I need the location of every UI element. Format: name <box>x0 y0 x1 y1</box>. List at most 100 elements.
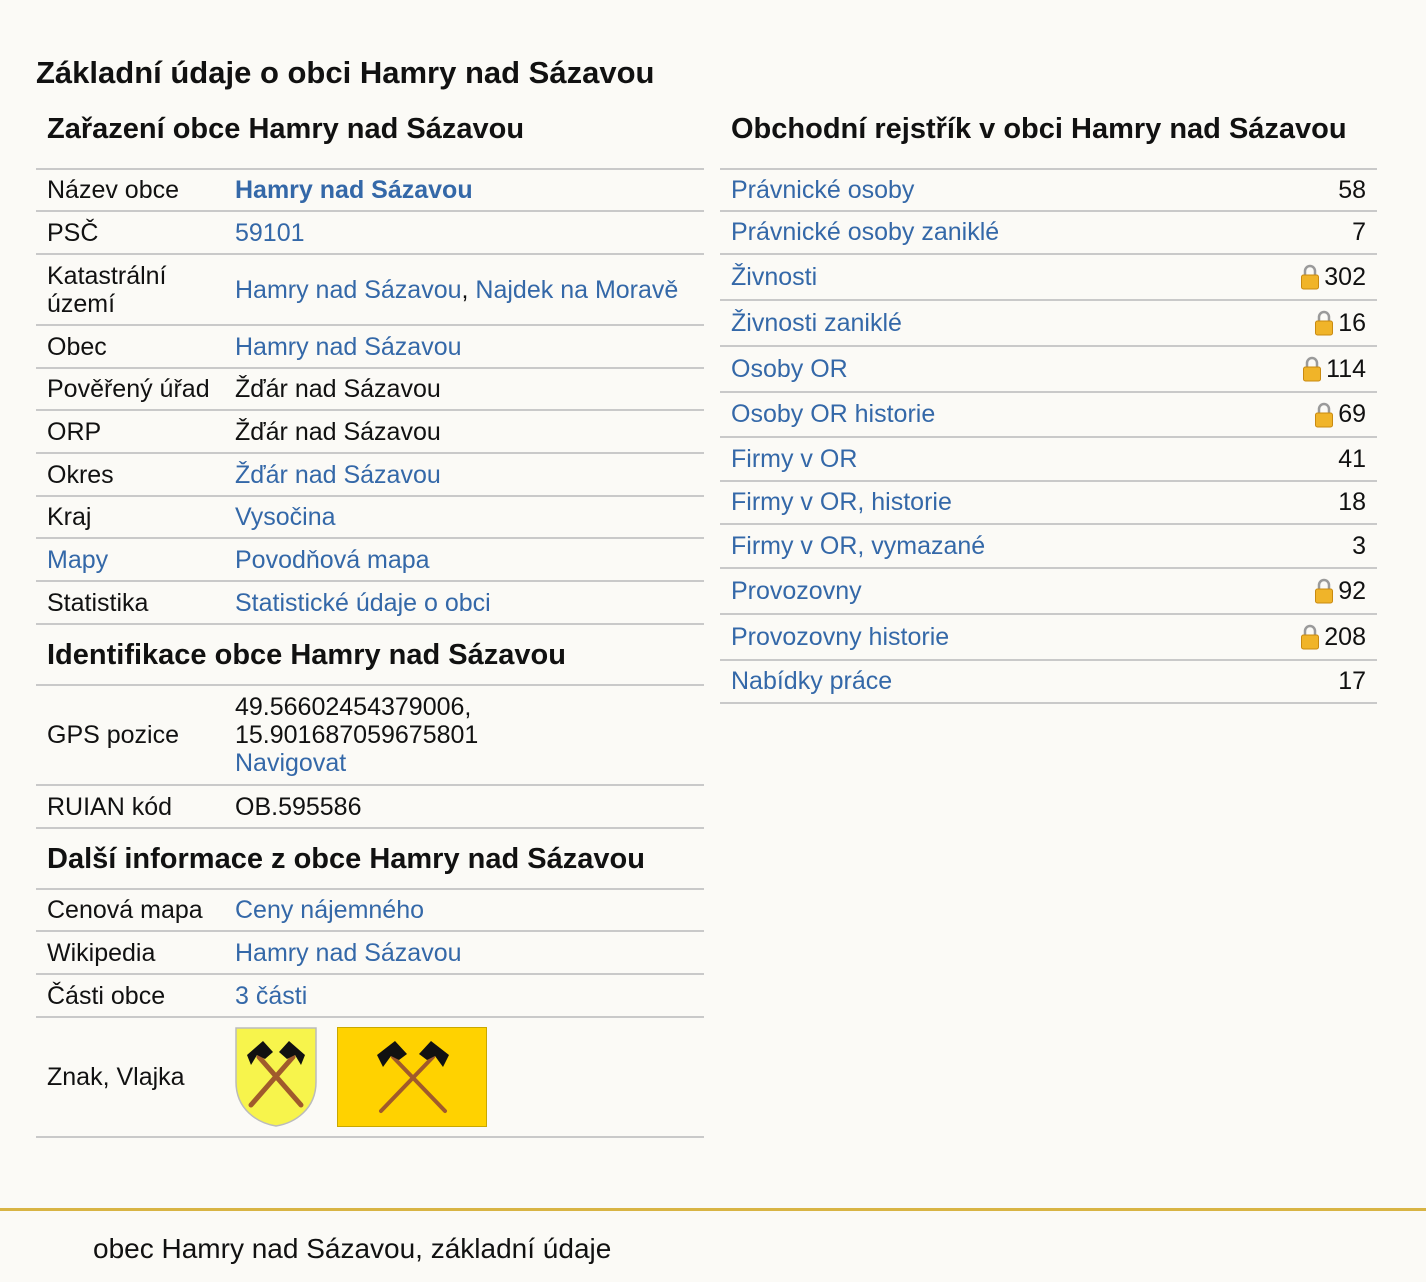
register-link[interactable]: Osoby OR historie <box>731 400 1314 429</box>
section-heading-dalsi: Další informace z obce Hamry nad Sázavou <box>36 829 704 890</box>
register-link[interactable]: Nabídky práce <box>731 667 1338 696</box>
register-count: 208 <box>1324 622 1366 651</box>
flag-icon[interactable] <box>337 1027 487 1127</box>
register-link[interactable]: Osoby OR <box>731 355 1302 384</box>
table-row: Wikipedia Hamry nad Sázavou <box>36 932 704 975</box>
flood-map-link[interactable]: Povodňová mapa <box>235 546 704 574</box>
authorized-office-value: Žďár nad Sázavou <box>235 375 441 403</box>
register-row: Osoby OR 114 <box>720 347 1377 393</box>
emblems <box>235 1027 704 1127</box>
register-link[interactable]: Živnosti zaniklé <box>731 309 1314 338</box>
register-link[interactable]: Firmy v OR, historie <box>731 488 1338 517</box>
parts-link[interactable]: 3 části <box>235 982 704 1010</box>
gps-values: 49.56602454379006, 15.901687059675801 Na… <box>235 693 704 777</box>
row-key: ORP <box>47 417 102 446</box>
row-key: Části obce <box>47 981 166 1010</box>
row-key: Katastrální území <box>47 261 167 318</box>
register-count-cell: 41 <box>1338 445 1366 474</box>
register-count-cell: 3 <box>1352 532 1366 561</box>
register-link[interactable]: Provozovny historie <box>731 623 1300 652</box>
table-row: ORP Žďár nad Sázavou <box>36 411 704 454</box>
register-count: 41 <box>1338 444 1366 473</box>
rent-prices-link[interactable]: Ceny nájemného <box>235 896 704 924</box>
lock-icon <box>1301 624 1320 650</box>
register-count-cell: 18 <box>1338 488 1366 517</box>
register-count: 17 <box>1338 667 1366 695</box>
register-count: 58 <box>1338 175 1366 204</box>
register-count-cell: 58 <box>1338 176 1366 205</box>
separator: , <box>461 275 476 304</box>
section-heading-obchodni-rejstrik: Obchodní rejstřík v obci Hamry nad Sázav… <box>720 112 1377 170</box>
navigate-link[interactable]: Navigovat <box>235 749 704 777</box>
register-row: Provozovny historie 208 <box>720 615 1377 661</box>
register-count-cell: 208 <box>1300 623 1366 652</box>
lock-icon <box>1315 310 1334 336</box>
section-heading-zarazeni: Zařazení obce Hamry nad Sázavou <box>36 112 704 170</box>
register-count-cell: 17 <box>1338 667 1366 696</box>
register-count: 7 <box>1352 218 1366 246</box>
footer-text: obec Hamry nad Sázavou, základní údaje <box>93 1233 612 1264</box>
table-row: Katastrální území Hamry nad Sázavou, Naj… <box>36 255 704 326</box>
row-key: Obec <box>47 332 107 361</box>
gps-lon: 15.901687059675801 <box>235 721 479 749</box>
table-row: GPS pozice 49.56602454379006, 15.9016870… <box>36 686 704 786</box>
row-key: Statistika <box>47 588 149 617</box>
register-link[interactable]: Právnické osoby zaniklé <box>731 218 1352 247</box>
row-key: GPS pozice <box>47 721 180 749</box>
register-count: 3 <box>1352 531 1366 560</box>
lock-icon <box>1301 264 1320 290</box>
statistics-link[interactable]: Statistické údaje o obci <box>235 589 704 617</box>
coat-of-arms-icon[interactable] <box>235 1027 317 1127</box>
right-column: Obchodní rejstřík v obci Hamry nad Sázav… <box>720 112 1377 704</box>
maps-link[interactable]: Mapy <box>36 546 235 574</box>
table-row: Znak, Vlajka <box>36 1018 704 1138</box>
wikipedia-link[interactable]: Hamry nad Sázavou <box>235 939 704 967</box>
lock-icon <box>1303 356 1322 382</box>
register-link[interactable]: Živnosti <box>731 263 1300 292</box>
register-row: Živnosti 302 <box>720 255 1377 301</box>
district-link[interactable]: Žďár nad Sázavou <box>235 461 704 489</box>
register-link[interactable]: Firmy v OR, vymazané <box>731 532 1352 561</box>
ruian-value: OB.595586 <box>235 792 362 821</box>
register-count: 69 <box>1338 400 1366 428</box>
table-row: Cenová mapa Ceny nájemného <box>36 890 704 932</box>
gps-lat: 49.56602454379006, <box>235 693 472 721</box>
municipality-name-link[interactable]: Hamry nad Sázavou <box>235 176 704 204</box>
cadastral-link-najdek[interactable]: Najdek na Moravě <box>475 276 678 304</box>
register-count-cell: 114 <box>1302 355 1366 384</box>
register-row: Právnické osoby zaniklé 7 <box>720 212 1377 255</box>
register-count-cell: 302 <box>1300 263 1366 292</box>
left-column: Zařazení obce Hamry nad Sázavou Název ob… <box>36 112 704 1138</box>
row-key: Kraj <box>47 503 92 531</box>
register-link[interactable]: Právnické osoby <box>731 176 1338 205</box>
table-row: Mapy Povodňová mapa <box>36 539 704 582</box>
table-row: Kraj Vysočina <box>36 497 704 539</box>
register-row: Firmy v OR, historie 18 <box>720 482 1377 525</box>
row-key: Znak, Vlajka <box>47 1063 185 1091</box>
table-row: RUIAN kód OB.595586 <box>36 786 704 829</box>
register-link[interactable]: Provozovny <box>731 577 1314 606</box>
lock-icon <box>1315 578 1334 604</box>
register-link[interactable]: Firmy v OR <box>731 445 1338 474</box>
cadastral-values: Hamry nad Sázavou, Najdek na Moravě <box>235 276 704 304</box>
table-row: Obec Hamry nad Sázavou <box>36 326 704 369</box>
table-row: Pověřený úřad Žďár nad Sázavou <box>36 369 704 411</box>
orp-value: Žďár nad Sázavou <box>235 417 441 446</box>
register-row: Živnosti zaniklé 16 <box>720 301 1377 347</box>
register-row: Firmy v OR, vymazané 3 <box>720 525 1377 569</box>
register-count: 16 <box>1338 308 1366 337</box>
cadastral-link-hamry[interactable]: Hamry nad Sázavou <box>235 276 462 304</box>
region-link[interactable]: Vysočina <box>235 503 704 531</box>
register-row: Nabídky práce 17 <box>720 661 1377 704</box>
psc-link[interactable]: 59101 <box>235 219 704 247</box>
register-count-cell: 92 <box>1314 577 1366 606</box>
register-count: 114 <box>1326 354 1366 383</box>
table-row: Statistika Statistické údaje o obci <box>36 582 704 625</box>
register-count-cell: 69 <box>1314 400 1366 429</box>
obec-link[interactable]: Hamry nad Sázavou <box>235 333 704 361</box>
register-count: 18 <box>1338 488 1366 516</box>
section-heading-identifikace: Identifikace obce Hamry nad Sázavou <box>36 625 704 686</box>
table-row: Okres Žďár nad Sázavou <box>36 454 704 497</box>
row-key: Cenová mapa <box>47 896 203 924</box>
row-key: Wikipedia <box>47 938 156 967</box>
